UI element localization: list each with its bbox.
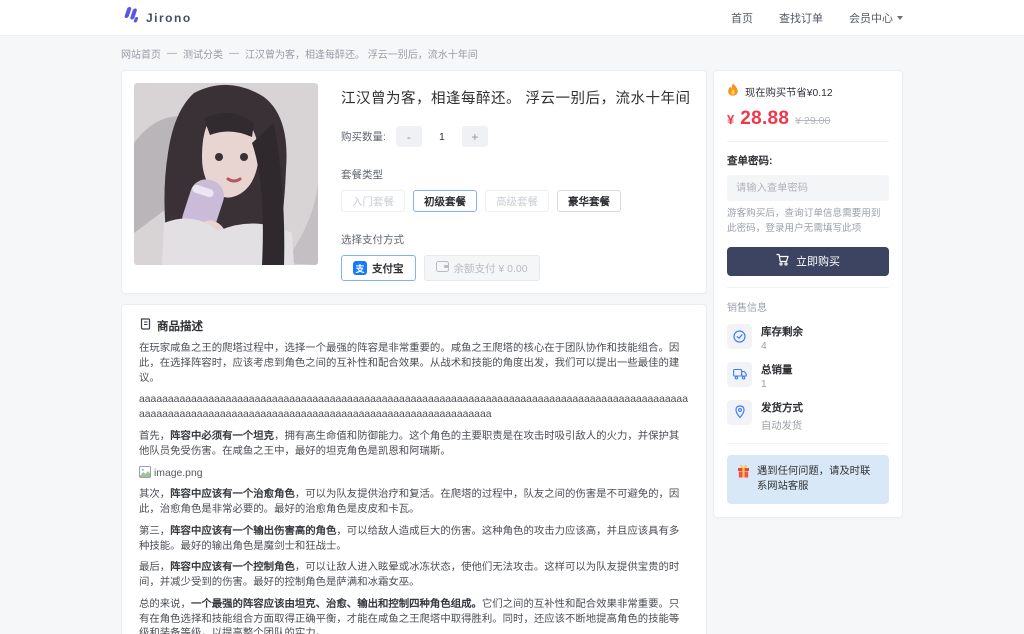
quantity-value: 1	[422, 126, 462, 147]
package-option-advanced[interactable]: 高级套餐	[485, 190, 549, 212]
sales-item-value: 自动发货	[761, 417, 803, 432]
sales-item-total-sold: 总销量 1	[727, 362, 889, 390]
purchase-sidebar: 现在购买节省¥0.12 ¥ 28.88 ¥ 29.00 查单密码: 游客购买后，…	[713, 70, 903, 518]
sales-item-title: 发货方式	[761, 400, 803, 415]
query-password-label: 查单密码:	[727, 153, 889, 168]
payment-option-alipay[interactable]: 支 支付宝	[341, 255, 416, 281]
quantity-stepper: - 1 +	[396, 126, 488, 147]
sales-item-stock: 库存剩余 4	[727, 324, 889, 352]
savings-text: 现在购买节省¥0.12	[745, 84, 833, 99]
product-card: 江汉曾为客，相逢每醉还。 浮云一别后，流水十年间 购买数量: - 1 + 套餐类…	[121, 70, 707, 294]
quantity-decrease-button[interactable]: -	[396, 126, 422, 147]
contact-support-notice: 遇到任何问题，请及时联系网站客服	[727, 455, 889, 504]
chevron-down-icon	[897, 16, 903, 20]
product-description-card: 商品描述 在玩家咸鱼之王的爬塔过程中，选择一个最强的阵容是非常重要的。咸鱼之王爬…	[121, 304, 707, 634]
payment-method-label: 选择支付方式	[341, 232, 694, 247]
brand-logo-icon	[121, 7, 139, 28]
description-paragraph: 其次，阵容中应该有一个治愈角色，可以为队友提供治疗和复活。在爬塔的过程中，队友之…	[139, 488, 689, 518]
description-icon	[139, 317, 151, 335]
divider	[727, 443, 889, 444]
truck-icon	[727, 362, 752, 387]
price-original: ¥ 29.00	[795, 115, 830, 127]
product-image	[134, 83, 318, 265]
buy-now-label: 立即购买	[796, 253, 840, 269]
nav-item-member-center-label: 会员中心	[849, 10, 893, 26]
sales-item-title: 库存剩余	[761, 324, 803, 339]
location-pin-icon	[727, 400, 752, 425]
nav-item-find-order[interactable]: 查找订单	[779, 10, 823, 26]
package-type-label: 套餐类型	[341, 167, 694, 182]
package-option-deluxe[interactable]: 豪华套餐	[557, 190, 621, 212]
breadcrumb-category[interactable]: 测试分类	[183, 46, 223, 61]
sales-item-title: 总销量	[761, 362, 793, 377]
quantity-label: 购买数量:	[341, 129, 386, 144]
divider	[727, 141, 889, 142]
package-option-basic[interactable]: 初级套餐	[413, 190, 477, 212]
cart-icon	[776, 253, 789, 269]
contact-support-text: 遇到任何问题，请及时联系网站客服	[757, 464, 879, 495]
package-option-entry[interactable]: 入门套餐	[341, 190, 405, 212]
buy-now-button[interactable]: 立即购买	[727, 247, 889, 276]
payment-option-balance[interactable]: 余额支付 ¥ 0.00	[424, 255, 540, 281]
description-body: 在玩家咸鱼之王的爬塔过程中，选择一个最强的阵容是非常重要的。咸鱼之王爬塔的核心在…	[139, 342, 689, 634]
alipay-icon: 支	[353, 261, 367, 275]
sales-item-value: 4	[761, 341, 803, 352]
wallet-icon	[436, 261, 449, 275]
price-currency: ¥	[727, 112, 734, 127]
breadcrumb-home[interactable]: 网站首页	[121, 46, 161, 61]
broken-image-placeholder: image.png	[139, 466, 689, 481]
payment-methods: 支 支付宝 余额支付 ¥ 0.00	[341, 255, 694, 281]
divider	[727, 287, 889, 288]
brand-name: Jirono	[146, 11, 192, 25]
breadcrumb-separator: —	[167, 48, 177, 59]
fire-icon	[727, 83, 739, 99]
product-title: 江汉曾为客，相逢每醉还。 浮云一别后，流水十年间	[341, 87, 694, 108]
description-header: 商品描述	[157, 318, 203, 334]
description-paragraph: 最后，阵容中应该有一个控制角色，可以让敌人进入眩晕或冰冻状态，使他们无法攻击。这…	[139, 561, 689, 591]
payment-option-balance-label: 余额支付 ¥ 0.00	[454, 261, 528, 276]
sales-info-header: 销售信息	[727, 299, 889, 314]
description-paragraph: aaaaaaaaaaaaaaaaaaaaaaaaaaaaaaaaaaaaaaaa…	[139, 393, 689, 423]
breadcrumb: 网站首页 — 测试分类 — 江汉曾为客，相逢每醉还。 浮云一别后，流水十年间	[121, 46, 903, 61]
gift-icon	[737, 464, 750, 483]
description-paragraph: 首先，阵容中必须有一个坦克，拥有高生命值和防御能力。这个角色的主要职责是在攻击时…	[139, 430, 689, 460]
breadcrumb-separator: —	[229, 48, 239, 59]
top-navbar: Jirono 首页 查找订单 会员中心	[0, 0, 1024, 36]
broken-image-icon	[139, 466, 151, 481]
description-paragraph: 第三，阵容中应该有一个输出伤害高的角色，可以给敌人造成巨大的伤害。这种角色的攻击…	[139, 525, 689, 555]
description-paragraph: 在玩家咸鱼之王的爬塔过程中，选择一个最强的阵容是非常重要的。咸鱼之王爬塔的核心在…	[139, 342, 689, 386]
sales-item-delivery: 发货方式 自动发货	[727, 400, 889, 432]
payment-option-alipay-label: 支付宝	[372, 261, 404, 276]
price-amount: 28.88	[740, 108, 789, 130]
query-password-helper: 游客购买后，查询订单信息需要用到此密码，登录用户无需填写此项	[727, 207, 889, 237]
package-options: 入门套餐 初级套餐 高级套餐 豪华套餐	[341, 190, 694, 212]
query-password-input[interactable]	[727, 175, 889, 201]
check-circle-icon	[727, 324, 752, 349]
nav-links: 首页 查找订单 会员中心	[731, 10, 903, 26]
quantity-increase-button[interactable]: +	[462, 126, 488, 147]
breadcrumb-current: 江汉曾为客，相逢每醉还。 浮云一别后，流水十年间	[245, 46, 478, 61]
description-paragraph: 总的来说，一个最强的阵容应该由坦克、治愈、输出和控制四种角色组成。它们之间的互补…	[139, 598, 689, 634]
nav-item-member-center[interactable]: 会员中心	[849, 10, 903, 26]
broken-image-label: image.png	[154, 468, 203, 479]
sales-item-value: 1	[761, 379, 793, 390]
nav-item-home[interactable]: 首页	[731, 10, 753, 26]
brand-logo[interactable]: Jirono	[121, 7, 192, 28]
